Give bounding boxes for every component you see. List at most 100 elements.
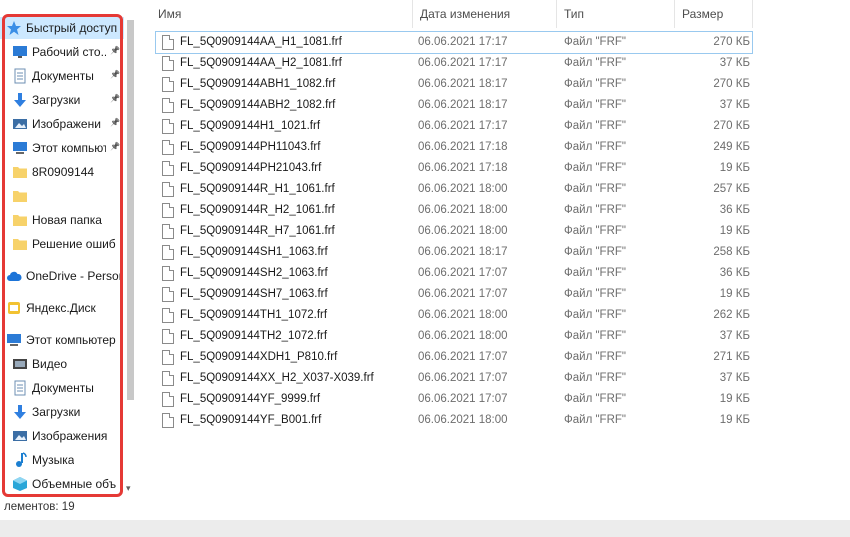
file-size: 36 КБ [719, 267, 750, 279]
file-type: Файл "FRF" [564, 372, 626, 384]
file-row[interactable]: FL_5Q0909144YF_B001.frf 06.06.2021 18:00 Ф… [156, 410, 752, 431]
nav-item-label: Изображения [32, 429, 108, 443]
file-row[interactable]: FL_5Q0909144ABH1_1082.frf 06.06.2021 18:1… [156, 74, 752, 95]
nav-item[interactable]: Решение ошиб [0, 233, 124, 255]
file-row[interactable]: FL_5Q0909144TH2_1072.frf 06.06.2021 18:00… [156, 326, 752, 347]
pin-icon: 📌 [110, 142, 120, 151]
nav-item[interactable]: OneDrive - Persor [0, 265, 124, 287]
file-icon [162, 245, 174, 260]
file-date: 06.06.2021 18:00 [418, 204, 508, 216]
column-header-date[interactable]: Дата изменения [412, 0, 556, 28]
file-row[interactable]: FL_5Q0909144H1_1021.frf 06.06.2021 17:17 Ф… [156, 116, 752, 137]
file-name: FL_5Q0909144SH2_1063.frf [180, 267, 328, 279]
file-date: 06.06.2021 18:00 [418, 183, 508, 195]
column-header-type[interactable]: Тип [556, 0, 674, 28]
cloud-icon [6, 268, 22, 284]
file-name: FL_5Q0909144TH1_1072.frf [180, 309, 328, 321]
file-size: 249 КБ [713, 141, 750, 153]
nav-item[interactable]: Рабочий сто... 📌 [0, 41, 124, 63]
file-row[interactable]: FL_5Q0909144SH2_1063.frf 06.06.2021 17:07… [156, 263, 752, 284]
file-icon [162, 371, 174, 386]
column-divider[interactable] [752, 0, 753, 28]
nav-item[interactable]: Загрузки 📌 [0, 89, 124, 111]
status-bar: лементов: 19 [0, 500, 850, 518]
3d-objects-icon [12, 476, 28, 492]
file-name: FL_5Q0909144ABH1_1082.frf [180, 78, 336, 90]
file-size: 19 КБ [719, 162, 750, 174]
nav-item[interactable]: Изображени 📌 [0, 113, 124, 135]
file-row[interactable]: FL_5Q0909144ABH2_1082.frf 06.06.2021 18:1… [156, 95, 752, 116]
nav-item-label: Яндекс.Диск [26, 301, 96, 315]
column-header-size[interactable]: Размер [674, 0, 752, 28]
file-row[interactable]: FL_5Q0909144XX_H2_X037-X039.frf 06.06.202… [156, 368, 752, 389]
scroll-down-arrow-icon[interactable]: ▾ [126, 484, 131, 493]
file-date: 06.06.2021 17:07 [418, 351, 508, 363]
file-row[interactable]: FL_5Q0909144AA_H1_1081.frf 06.06.2021 17:… [155, 31, 753, 54]
file-type: Файл "FRF" [564, 351, 626, 363]
scrollbar-thumb[interactable] [127, 20, 134, 400]
file-row[interactable]: FL_5Q0909144PH21043.frf 06.06.2021 17:18 Ф… [156, 158, 752, 179]
file-name: FL_5Q0909144XX_H2_X037-X039.frf [180, 372, 374, 384]
file-icon [162, 140, 174, 155]
file-name: FL_5Q0909144ABH2_1082.frf [180, 99, 336, 111]
file-icon [162, 98, 174, 113]
file-icon [162, 392, 174, 407]
file-type: Файл "FRF" [564, 78, 626, 90]
navigation-scrollbar[interactable]: ▾ [124, 0, 137, 500]
file-size: 270 КБ [713, 120, 750, 132]
file-date: 06.06.2021 17:17 [418, 57, 508, 69]
file-size: 19 КБ [719, 225, 750, 237]
nav-item[interactable]: Этот компьют 📌 [0, 137, 124, 159]
nav-item[interactable] [0, 185, 124, 207]
file-row[interactable]: FL_5Q0909144TH1_1072.frf 06.06.2021 18:00… [156, 305, 752, 326]
file-row[interactable]: FL_5Q0909144XDH1_P810.frf 06.06.2021 17:0… [156, 347, 752, 368]
nav-item[interactable]: Быстрый доступ [0, 17, 124, 39]
file-size: 270 КБ [713, 36, 750, 48]
nav-item-label: Загрузки [32, 93, 81, 107]
file-name: FL_5Q0909144PH11043.frf [180, 141, 321, 153]
file-size: 37 КБ [719, 57, 750, 69]
nav-item[interactable]: Загрузки [0, 401, 124, 423]
file-row[interactable]: FL_5Q0909144R_H7_1061.frf 06.06.2021 18:0… [156, 221, 752, 242]
nav-item-label: 8R0909144 [32, 165, 95, 179]
nav-item[interactable]: Документы 📌 [0, 65, 124, 87]
column-header-name[interactable]: Имя [150, 0, 412, 28]
file-name: FL_5Q0909144R_H1_1061.frf [180, 183, 335, 195]
file-row[interactable]: FL_5Q0909144YF_9999.frf 06.06.2021 17:07 Ф… [156, 389, 752, 410]
file-icon [162, 161, 174, 176]
nav-item[interactable]: Яндекс.Диск [0, 297, 124, 319]
file-name: FL_5Q0909144SH7_1063.frf [180, 288, 328, 300]
file-date: 06.06.2021 17:07 [418, 372, 508, 384]
file-row[interactable]: FL_5Q0909144AA_H2_1081.frf 06.06.2021 17:… [156, 53, 752, 74]
nav-item[interactable]: Этот компьютер [0, 329, 124, 351]
file-row[interactable]: FL_5Q0909144R_H2_1061.frf 06.06.2021 18:0… [156, 200, 752, 221]
yandex-disk-icon [6, 300, 22, 316]
file-row[interactable]: FL_5Q0909144SH7_1063.frf 06.06.2021 17:07… [156, 284, 752, 305]
file-size: 257 КБ [713, 183, 750, 195]
nav-item[interactable]: Видео [0, 353, 124, 375]
download-arrow-icon [12, 404, 28, 420]
file-type: Файл "FRF" [564, 309, 626, 321]
file-type: Файл "FRF" [564, 246, 626, 258]
nav-item[interactable]: 8R0909144 [0, 161, 124, 183]
file-date: 06.06.2021 18:00 [418, 414, 508, 426]
nav-item-label: Этот компьютер [26, 333, 116, 347]
file-icon [162, 308, 174, 323]
file-size: 270 КБ [713, 78, 750, 90]
file-row[interactable]: FL_5Q0909144SH1_1063.frf 06.06.2021 18:17… [156, 242, 752, 263]
nav-item[interactable]: Документы [0, 377, 124, 399]
file-row[interactable]: FL_5Q0909144R_H1_1061.frf 06.06.2021 18:0… [156, 179, 752, 200]
nav-item-label: Изображени [32, 117, 101, 131]
file-type: Файл "FRF" [564, 141, 626, 153]
file-icon [162, 224, 174, 239]
file-date: 06.06.2021 17:18 [418, 162, 508, 174]
folder-icon [12, 212, 28, 228]
nav-item[interactable]: Новая папка [0, 209, 124, 231]
nav-item[interactable]: Объемные объ [0, 473, 124, 495]
nav-item[interactable]: Изображения [0, 425, 124, 447]
nav-item[interactable]: Музыка [0, 449, 124, 471]
file-row[interactable]: FL_5Q0909144PH11043.frf 06.06.2021 17:18 Ф… [156, 137, 752, 158]
download-arrow-icon [12, 92, 28, 108]
item-count: лементов: 19 [4, 501, 75, 513]
file-type: Файл "FRF" [564, 57, 626, 69]
